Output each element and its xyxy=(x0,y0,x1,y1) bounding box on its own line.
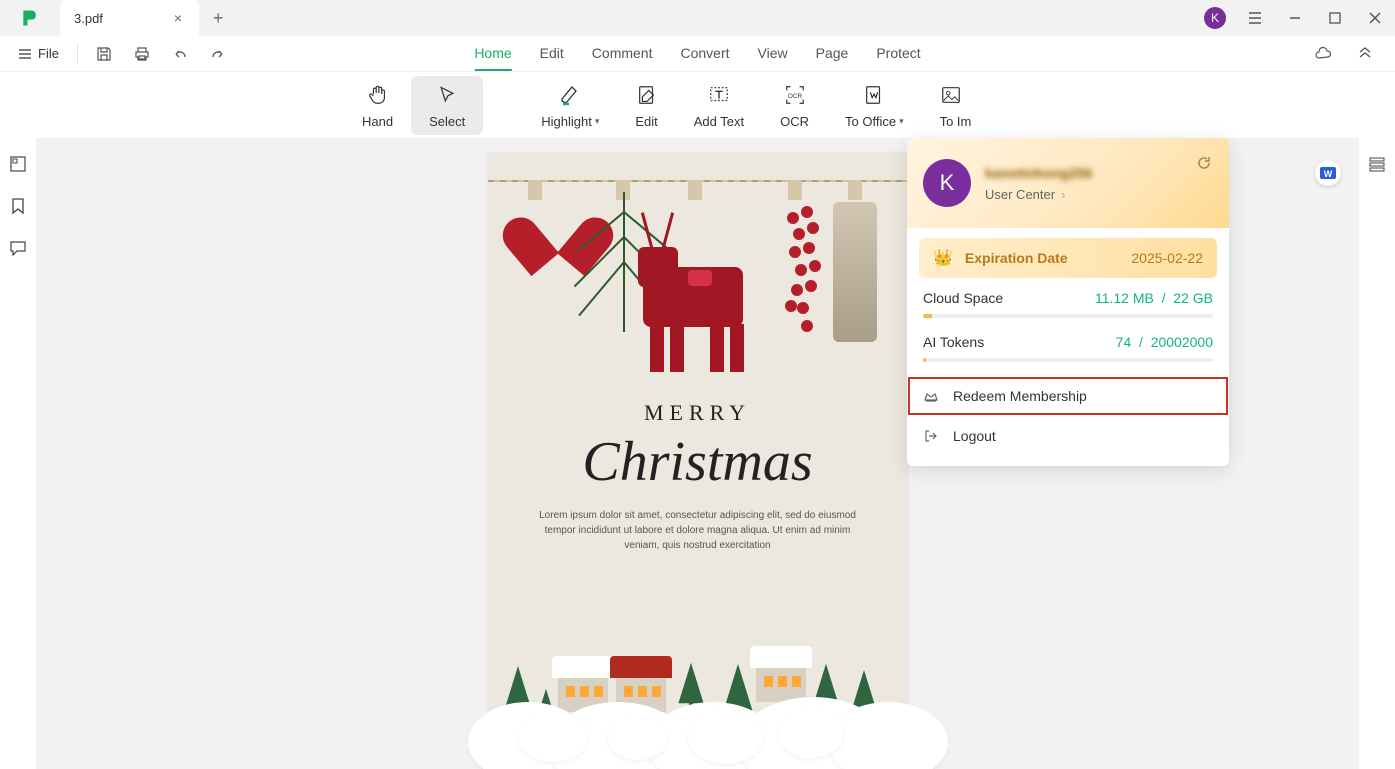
app-logo xyxy=(0,0,60,36)
cloud-icon[interactable] xyxy=(1309,40,1337,68)
comments-icon[interactable] xyxy=(8,238,28,258)
save-icon[interactable] xyxy=(90,40,118,68)
expiration-date: 2025-02-22 xyxy=(1131,250,1203,266)
user-avatar-small[interactable]: K xyxy=(1195,0,1235,36)
logout-icon xyxy=(923,428,941,444)
highlighter-icon xyxy=(558,82,582,108)
expiration-banner: 👑 Expiration Date 2025-02-22 xyxy=(919,238,1217,278)
svg-text:OCR: OCR xyxy=(787,92,802,99)
undo-icon[interactable] xyxy=(166,40,194,68)
add-text-icon xyxy=(708,82,730,108)
logout-item[interactable]: Logout xyxy=(907,416,1229,456)
menu-icon[interactable] xyxy=(1235,0,1275,36)
village-illustration xyxy=(488,592,908,752)
thumbnails-icon[interactable] xyxy=(8,154,28,174)
refresh-icon[interactable] xyxy=(1193,152,1215,174)
user-dropdown: K kanotinhong256 User Center › 👑 Expirat… xyxy=(907,138,1229,466)
pdf-page: MERRY Christmas Lorem ipsum dolor sit am… xyxy=(488,152,908,752)
nav-convert[interactable]: Convert xyxy=(680,37,729,71)
convert-to-word-bubble[interactable]: W xyxy=(1315,160,1341,186)
crown-icon: 👑 xyxy=(933,248,953,268)
tool-to-image[interactable]: To Image xyxy=(922,76,972,135)
cloud-space-stat: Cloud Space 11.12 MB / 22 GB xyxy=(907,278,1229,322)
nav-protect[interactable]: Protect xyxy=(876,37,920,71)
image-icon xyxy=(940,82,962,108)
chevron-down-icon: ▾ xyxy=(595,116,600,127)
minimize-icon[interactable] xyxy=(1275,0,1315,36)
doc-body-text: Lorem ipsum dolor sit amet, consectetur … xyxy=(488,508,908,553)
bookmark-icon[interactable] xyxy=(8,196,28,216)
tool-hand[interactable]: Hand xyxy=(344,76,411,135)
office-icon xyxy=(863,82,885,108)
dropdown-username: kanotinhong256 xyxy=(985,165,1092,181)
file-row: File Home Edit Comment Convert View Page… xyxy=(0,36,1395,72)
print-icon[interactable] xyxy=(128,40,156,68)
tool-add-text[interactable]: Add Text xyxy=(676,76,762,135)
nav-page[interactable]: Page xyxy=(816,37,849,71)
title-bar: 3.pdf × + K xyxy=(0,0,1395,36)
doc-heading-merry: MERRY xyxy=(644,400,751,426)
tool-select[interactable]: Select xyxy=(411,76,483,135)
membership-icon xyxy=(923,388,941,404)
tool-ocr[interactable]: OCR OCR xyxy=(762,76,827,135)
chevron-down-icon: ▾ xyxy=(899,116,904,127)
cursor-icon xyxy=(437,82,457,108)
svg-text:W: W xyxy=(1324,169,1333,179)
close-icon[interactable] xyxy=(1355,0,1395,36)
user-center-link[interactable]: User Center › xyxy=(985,187,1092,202)
toolbar: Hand Select Highlight▾ Edit Add Text OCR… xyxy=(0,72,1395,138)
dropdown-header: K kanotinhong256 User Center › xyxy=(907,138,1229,228)
ocr-icon: OCR xyxy=(784,82,806,108)
nav-edit[interactable]: Edit xyxy=(540,37,564,71)
redeem-membership-item[interactable]: Redeem Membership xyxy=(907,376,1229,416)
doc-heading-christmas: Christmas xyxy=(582,430,812,494)
ornaments-illustration xyxy=(488,152,908,382)
tab-title: 3.pdf xyxy=(74,11,103,26)
maximize-icon[interactable] xyxy=(1315,0,1355,36)
tool-edit[interactable]: Edit xyxy=(617,76,675,135)
cloud-space-value: 11.12 MB / 22 GB xyxy=(1095,290,1213,306)
nav-home[interactable]: Home xyxy=(474,37,511,71)
hamburger-icon xyxy=(18,47,32,61)
nav-view[interactable]: View xyxy=(758,37,788,71)
left-sidebar xyxy=(0,138,36,769)
redo-icon[interactable] xyxy=(204,40,232,68)
chevron-right-icon: › xyxy=(1061,187,1065,202)
nav-comment[interactable]: Comment xyxy=(592,37,653,71)
hand-icon xyxy=(367,82,389,108)
tool-highlight[interactable]: Highlight▾ xyxy=(523,76,617,135)
right-sidebar xyxy=(1359,138,1395,769)
main-nav: Home Edit Comment Convert View Page Prot… xyxy=(474,37,920,71)
tab-close-icon[interactable]: × xyxy=(171,11,185,25)
edit-doc-icon xyxy=(636,82,658,108)
properties-icon[interactable] xyxy=(1367,154,1387,174)
dropdown-avatar: K xyxy=(923,159,971,207)
collapse-ribbon-icon[interactable] xyxy=(1351,40,1379,68)
ai-tokens-value: 74 / 20002000 xyxy=(1116,334,1213,350)
file-menu-button[interactable]: File xyxy=(12,42,65,65)
tool-to-office[interactable]: To Office▾ xyxy=(827,76,922,135)
ai-tokens-stat: AI Tokens 74 / 20002000 xyxy=(907,322,1229,366)
tab-active[interactable]: 3.pdf × xyxy=(60,0,199,36)
new-tab-button[interactable]: + xyxy=(199,0,238,36)
